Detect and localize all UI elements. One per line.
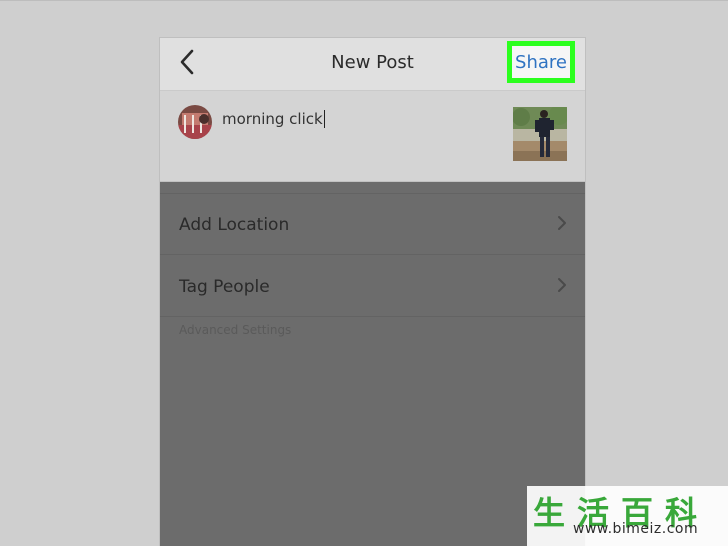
advanced-settings-link[interactable]: Advanced Settings: [179, 323, 291, 337]
post-thumbnail[interactable]: [513, 107, 567, 161]
share-button[interactable]: Share: [507, 41, 575, 83]
divider: [0, 0, 728, 1]
header-bar: New Post Share: [160, 38, 585, 91]
add-location-label: Add Location: [179, 215, 290, 235]
caption-text: morning click: [222, 110, 323, 128]
text-cursor: [323, 110, 325, 128]
add-location-row[interactable]: Add Location: [160, 193, 585, 255]
tag-people-row[interactable]: Tag People: [160, 256, 585, 317]
watermark-url: www.bimeiz.com: [573, 521, 699, 537]
caption-input[interactable]: morning click: [222, 110, 325, 128]
screen: New Post Share morning click Add Locatio…: [0, 0, 728, 546]
watermark: 生活百科 www.bimeiz.com: [527, 486, 728, 546]
new-post-screen: New Post Share morning click Add Locatio…: [160, 38, 585, 546]
compose-area: morning click: [160, 91, 585, 182]
tag-people-label: Tag People: [179, 277, 270, 297]
chevron-right-icon: [557, 277, 567, 297]
avatar[interactable]: [178, 105, 212, 139]
chevron-right-icon: [557, 215, 567, 235]
